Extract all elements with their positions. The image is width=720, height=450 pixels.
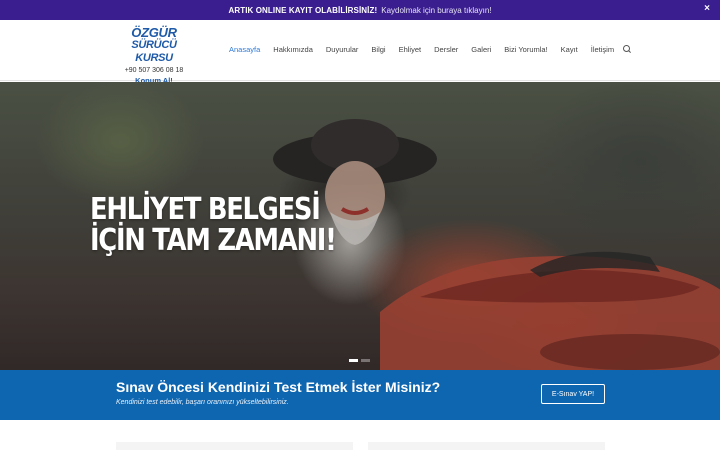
announcement-text: ARTIK ONLINE KAYIT OLABİLİRSİNİZ! [228,5,378,15]
announcement-link[interactable]: Kaydolmak için buraya tıklayın! [381,6,491,15]
content-card [368,442,605,450]
close-icon[interactable]: × [704,3,710,14]
search-icon[interactable] [623,45,631,53]
announcement-bar[interactable]: ARTIK ONLINE KAYIT OLABİLİRSİNİZ! Kaydol… [0,0,720,20]
hero-slider[interactable]: EHLİYET BELGESİ İÇİN TAM ZAMANI! [0,82,720,370]
hero-headline: EHLİYET BELGESİ İÇİN TAM ZAMANI! [90,192,337,258]
nav-item-bilgi[interactable]: Bilgi [371,45,385,54]
main-nav: Anasayfa Hakkımızda Duyurular Bilgi Ehli… [229,20,631,78]
hero-headline-line2: İÇİN TAM ZAMANI! [90,223,337,258]
slider-dot-1[interactable] [349,359,358,362]
nav-item-iletisim[interactable]: İletişim [591,45,614,54]
content-card [116,442,353,450]
test-banner-subtitle: Kendinizi test edebilir, başarı oranınız… [116,399,289,406]
site-header: ÖZGÜR SÜRÜCÜ KURSU +90 507 306 08 18 Kon… [0,20,720,85]
logo-line1: ÖZGÜR [131,25,177,40]
nav-item-duyurular[interactable]: Duyurular [326,45,359,54]
slider-dots [349,359,370,362]
site-logo[interactable]: ÖZGÜR SÜRÜCÜ KURSU +90 507 306 08 18 Kon… [116,26,192,85]
e-sinav-button[interactable]: E-Sınav YAP! [541,384,605,404]
content-section [0,420,720,450]
test-banner: Sınav Öncesi Kendinizi Test Etmek İster … [0,370,720,420]
test-banner-title: Sınav Öncesi Kendinizi Test Etmek İster … [116,379,441,395]
nav-item-dersler[interactable]: Dersler [434,45,458,54]
nav-item-kayit[interactable]: Kayıt [561,45,578,54]
nav-item-ehliyet[interactable]: Ehliyet [399,45,422,54]
logo-line2: SÜRÜCÜ KURSU [131,39,177,64]
nav-item-anasayfa[interactable]: Anasayfa [229,45,260,54]
phone-number[interactable]: +90 507 306 08 18 [116,67,192,74]
hero-headline-line1: EHLİYET BELGESİ [90,192,321,227]
nav-item-bizi-yorumla[interactable]: Bizi Yorumla! [504,45,547,54]
slider-dot-2[interactable] [361,359,370,362]
nav-item-hakkimizda[interactable]: Hakkımızda [273,45,313,54]
nav-item-galeri[interactable]: Galeri [471,45,491,54]
